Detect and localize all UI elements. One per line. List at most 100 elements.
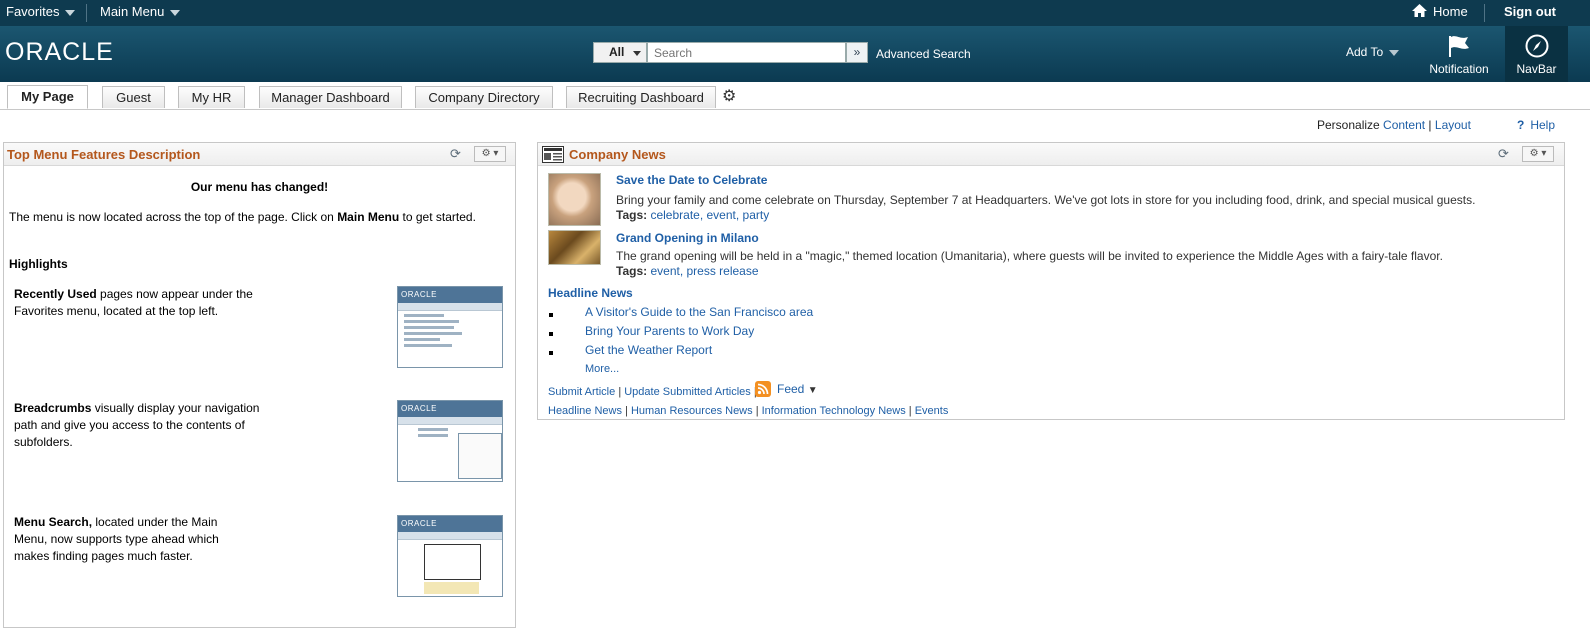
thumb-results	[424, 582, 479, 594]
headline-link[interactable]: A Visitor's Guide to the San Francisco a…	[585, 305, 813, 319]
feature-title: Breadcrumbs	[14, 401, 92, 415]
news-category-links: Headline News | Human Resources News | I…	[548, 405, 948, 417]
tags-links[interactable]: event, press release	[650, 264, 758, 278]
tab-manager-dashboard[interactable]: Manager Dashboard	[259, 86, 402, 108]
more-link[interactable]: More...	[585, 363, 619, 375]
add-to-menu[interactable]: Add To	[1346, 45, 1400, 59]
flag-icon	[1449, 36, 1469, 57]
headline-news-link[interactable]: Headline News	[548, 405, 622, 417]
favorites-menu[interactable]: Favorites	[6, 0, 76, 26]
pagelet-options-button[interactable]: ⚙ ▾	[474, 146, 506, 162]
personalize-content-link[interactable]: Content	[1383, 118, 1425, 132]
tags-links[interactable]: celebrate, event, party	[650, 208, 769, 222]
thumb-menu	[398, 532, 502, 540]
add-to-label: Add To	[1346, 45, 1384, 59]
thumb-search-popup	[424, 544, 481, 580]
rss-feed-icon[interactable]	[755, 381, 771, 397]
intro-text-part: to get started.	[399, 210, 476, 224]
human-resources-news-link[interactable]: Human Resources News	[631, 405, 753, 417]
article-title-link[interactable]: Save the Date to Celebrate	[616, 173, 767, 187]
chevron-down-icon	[65, 9, 76, 16]
events-link[interactable]: Events	[915, 405, 949, 417]
home-label: Home	[1433, 4, 1468, 19]
chevron-down-icon	[1389, 49, 1400, 56]
thumb-line	[418, 428, 448, 431]
search-go-button[interactable]: »	[846, 42, 868, 63]
headline-link[interactable]: Bring Your Parents to Work Day	[585, 324, 754, 338]
tab-company-directory[interactable]: Company Directory	[415, 86, 553, 108]
pagelet-heading: Our menu has changed!	[190, 180, 329, 194]
personalize-layout-link[interactable]: Layout	[1435, 118, 1471, 132]
compass-icon	[1525, 34, 1548, 58]
update-submitted-articles-link[interactable]: Update Submitted Articles	[624, 386, 751, 398]
oracle-logo: ORACLE	[5, 38, 114, 66]
refresh-icon[interactable]: ⟳	[1498, 146, 1509, 162]
thumb-line	[404, 344, 452, 347]
separator: |	[625, 405, 628, 417]
thumb-line	[404, 320, 459, 323]
help-label: Help	[1530, 118, 1556, 132]
notification-label: Notification	[1429, 62, 1489, 76]
advanced-search-link[interactable]: Advanced Search	[876, 47, 971, 61]
thumb-oracle-logo: ORACLE	[398, 401, 502, 417]
baby-photo	[548, 173, 601, 226]
tags-label: Tags:	[616, 264, 648, 278]
bullet	[549, 313, 553, 317]
thumb-line	[404, 332, 462, 335]
headline-news-heading[interactable]: Headline News	[548, 286, 633, 300]
article-title-link[interactable]: Grand Opening in Milano	[616, 231, 759, 245]
thumb-line	[404, 338, 440, 341]
divider	[1484, 4, 1485, 22]
feature-title: Menu Search,	[14, 515, 93, 529]
tab-my-page[interactable]: My Page	[7, 85, 88, 109]
bullet	[549, 332, 553, 336]
intro-text-part: The menu is now located across the top o…	[9, 210, 338, 224]
article-description: Bring your family and come celebrate on …	[616, 193, 1476, 207]
information-technology-news-link[interactable]: Information Technology News	[762, 405, 906, 417]
refresh-icon[interactable]: ⟳	[450, 146, 461, 162]
thumb-dropdown	[458, 433, 502, 479]
help-link[interactable]: ? Help	[1517, 118, 1555, 132]
search-input[interactable]	[647, 42, 846, 63]
tab-settings-gear-icon[interactable]: ⚙	[722, 86, 736, 106]
pagelet-company-news: Company News ⟳ ⚙ ▾ Save the Date to Cele…	[537, 142, 1565, 420]
chevron-down-icon	[170, 9, 181, 16]
main-menu[interactable]: Main Menu	[100, 0, 181, 26]
breadcrumbs-screenshot: ORACLE	[397, 400, 503, 482]
chevron-down-icon: ▼	[807, 385, 818, 396]
headline-link[interactable]: Get the Weather Report	[585, 343, 712, 357]
navbar-button[interactable]: NavBar	[1505, 26, 1568, 82]
article-description: The grand opening will be held in a "mag…	[616, 249, 1443, 263]
article-tags: Tags: event, press release	[616, 264, 759, 278]
milano-photo	[548, 230, 601, 265]
thumb-oracle-logo: ORACLE	[398, 287, 502, 303]
thumb-menu	[398, 417, 502, 425]
home-icon	[1412, 4, 1427, 17]
submit-article-actions: Submit Article | Update Submitted Articl…	[548, 386, 757, 398]
newspaper-icon	[542, 146, 564, 163]
feature-recently-used: Recently Used pages now appear under the…	[14, 286, 264, 320]
thumb-line	[418, 434, 448, 437]
feature-breadcrumbs: Breadcrumbs visually display your naviga…	[14, 400, 264, 451]
recently-used-screenshot: ORACLE	[397, 286, 503, 368]
feed-menu[interactable]: Feed ▼	[777, 382, 818, 396]
homepage-tabs: My Page Guest My HR Manager Dashboard Co…	[0, 82, 1590, 110]
pagelet-title: Top Menu Features Description	[7, 147, 201, 162]
feature-title: Recently Used	[14, 287, 97, 301]
thumb-line	[404, 326, 454, 329]
notification-button[interactable]: Notification	[1421, 26, 1497, 82]
tab-my-hr[interactable]: My HR	[178, 86, 245, 108]
pagelet-options-button[interactable]: ⚙ ▾	[1522, 146, 1554, 162]
search-scope-select[interactable]: All	[593, 42, 647, 63]
home-link[interactable]: Home	[1411, 0, 1468, 26]
submit-article-link[interactable]: Submit Article	[548, 386, 615, 398]
branding-header: ORACLE All » Advanced Search Add To Noti…	[0, 26, 1590, 82]
double-chevron-right-icon: »	[853, 45, 861, 59]
tab-recruiting-dashboard[interactable]: Recruiting Dashboard	[566, 86, 716, 108]
sign-out-link[interactable]: Sign out	[1504, 0, 1556, 26]
pagelet-title: Company News	[569, 147, 666, 162]
separator: |	[908, 405, 912, 417]
article-tags: Tags: celebrate, event, party	[616, 208, 769, 222]
tab-guest[interactable]: Guest	[102, 86, 165, 108]
thumb-line	[404, 314, 444, 317]
